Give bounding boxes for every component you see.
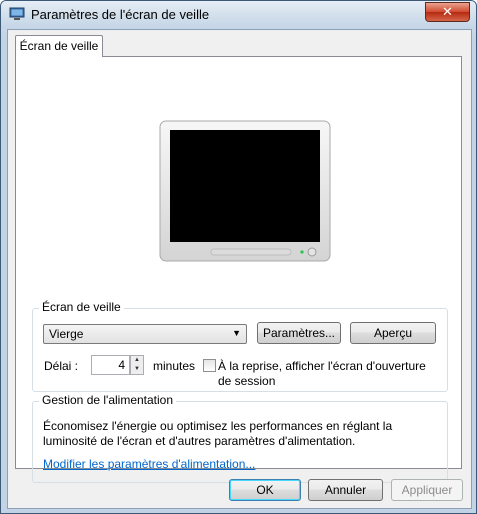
resume-label-line1[interactable]: À la reprise, afficher l'écran d'ouvertu… [218,359,426,373]
screensaver-group-label: Écran de veille [39,300,124,314]
resume-checkbox[interactable] [203,359,216,372]
monitor-preview [159,120,331,262]
delay-label: Délai : [44,359,79,373]
delay-input[interactable]: 4 [91,355,130,375]
power-group-label: Gestion de l'alimentation [39,393,177,407]
power-settings-link[interactable]: Modifier les paramètres d'alimentation..… [43,457,255,471]
settings-button[interactable]: Paramètres... [257,322,341,344]
power-description-line1: Économisez l'énergie ou optimisez les pe… [43,419,393,433]
ok-button[interactable]: OK [229,479,301,501]
title-bar[interactable]: Paramètres de l'écran de veille ✕ [1,1,476,29]
screensaver-group: Écran de veille Vierge ▼ Paramètres... A… [32,300,448,392]
window-title: Paramètres de l'écran de veille [31,7,210,22]
dialog-window: Paramètres de l'écran de veille ✕ Écran … [0,0,477,514]
preview-screen [170,130,320,242]
screensaver-selected: Vierge [49,327,84,341]
display-settings-icon [9,7,25,20]
minutes-label: minutes [153,359,196,373]
power-group: Gestion de l'alimentation Économisez l'é… [32,393,448,483]
screensaver-select[interactable]: Vierge ▼ [43,324,247,344]
tab-screensaver[interactable]: Écran de veille [15,35,103,57]
tab-panel: Écran de veille Vierge ▼ Paramètres... A… [15,56,462,483]
resume-label-line2[interactable]: de session [218,374,275,388]
power-description-line2: luminosité de l'écran et d'autres paramè… [43,434,356,448]
close-button[interactable]: ✕ [425,2,470,22]
stepper-down-icon[interactable]: ▼ [131,365,143,374]
preview-button[interactable]: Aperçu [350,322,436,344]
delay-stepper[interactable]: ▲ ▼ [130,355,144,375]
chevron-down-icon: ▼ [232,328,241,338]
apply-button[interactable]: Appliquer [391,479,463,501]
stepper-up-icon[interactable]: ▲ [131,356,143,365]
power-led [300,250,304,254]
close-icon: ✕ [442,4,453,19]
dialog-body: Écran de veille Écran de veille Vierge ▼… [7,29,472,509]
cancel-button[interactable]: Annuler [308,479,383,501]
